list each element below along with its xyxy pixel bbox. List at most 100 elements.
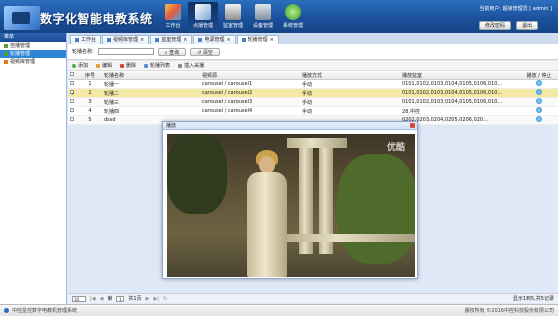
row-video: carousel / carousel4	[202, 108, 253, 114]
change-password-button[interactable]: 修改密码	[478, 21, 511, 30]
play-icon[interactable]	[536, 116, 542, 122]
column-header[interactable]: 视频源	[200, 72, 300, 79]
delete-label: 删除	[126, 63, 137, 69]
figure-dress	[247, 172, 287, 277]
row-checkbox[interactable]	[68, 81, 78, 87]
sidebar: 菜单 自播管理 轮播管理 视频库管理	[0, 33, 67, 304]
play-icon[interactable]	[536, 107, 542, 113]
list-icon	[144, 63, 149, 68]
row-mode: 手动	[302, 90, 313, 97]
pager-info: 显示1到5,共5记录	[512, 296, 554, 302]
folder-icon	[4, 60, 8, 64]
insert-button[interactable]: 插入采播	[178, 62, 204, 69]
tab-bar: 工作台 视频库管理 × 监室管理 × 电源管理 × 轮播管理 ×	[68, 33, 558, 44]
row-number: 3	[88, 99, 92, 105]
device-icon	[255, 4, 271, 20]
add-button[interactable]: 添加	[72, 62, 88, 69]
row-classes: 0101,0102,0103,0104,0105,0106,010...	[402, 99, 503, 105]
tab-workbench[interactable]: 工作台	[70, 35, 102, 44]
tab-cell[interactable]: 监室管理 ×	[150, 35, 193, 44]
table-row[interactable]: 3 轮播三 carousel / carousel3 手动 0101,0102,…	[68, 98, 558, 107]
add-label: 添加	[78, 63, 89, 69]
column-header[interactable]: 播放 / 停止	[518, 72, 558, 79]
table-header: 序号 轮播名称 视频源 播放方式 播放监室 播放 / 停止	[68, 71, 558, 80]
row-checkbox[interactable]	[68, 99, 78, 105]
delete-button[interactable]: 删除	[120, 62, 136, 69]
search-button-label: 查询	[169, 49, 180, 56]
row-number: 5	[88, 117, 92, 123]
tab-icon	[155, 38, 160, 42]
nav-system-label: 系统管理	[282, 23, 303, 29]
row-checkbox[interactable]	[68, 117, 78, 123]
first-page-icon[interactable]: |◀	[90, 296, 96, 302]
close-icon[interactable]	[410, 123, 415, 128]
play-icon[interactable]	[536, 80, 542, 86]
prev-page-icon[interactable]: ◀	[100, 296, 104, 302]
tab-power[interactable]: 电源管理 ×	[193, 35, 236, 44]
next-page-icon[interactable]: ▶	[146, 296, 150, 302]
folder-icon	[4, 52, 8, 56]
page-size-select[interactable]: 10	[72, 295, 86, 302]
sidebar-item-label: 自播管理	[10, 43, 31, 49]
tab-video-library[interactable]: 视频库管理 ×	[102, 35, 150, 44]
sidebar-item-carousel[interactable]: 轮播管理	[0, 50, 66, 58]
nav-cell-label: 监室管理	[222, 23, 243, 29]
row-name: 轮播二	[104, 90, 120, 97]
page-label: 第	[107, 296, 113, 302]
tab-carousel[interactable]: 轮播管理 ×	[236, 35, 279, 44]
refresh-icon[interactable]: ↻	[163, 296, 167, 302]
row-checkbox[interactable]: ✓	[68, 89, 78, 97]
column-header[interactable]: 轮播名称	[102, 72, 200, 79]
row-name: 轮播一	[104, 81, 120, 88]
row-mode: 手动	[302, 81, 313, 88]
nav-vod-label: 点播管理	[192, 23, 213, 29]
page-input[interactable]: 1	[116, 295, 125, 302]
video-frame[interactable]: 优酷	[167, 134, 415, 277]
select-all-checkbox[interactable]	[68, 72, 78, 78]
sidebar-item-label: 轮播管理	[10, 51, 31, 57]
column-header[interactable]: 播放监室	[400, 72, 518, 79]
foliage-right	[337, 154, 415, 264]
table-row[interactable]: ✓ 2 轮播二 carousel / carousel2 手动 0101,010…	[68, 89, 558, 98]
footer: 中控星控数字电教机管理系统 版权所有 ©2016中控科技股份有限公司	[0, 304, 558, 316]
sidebar-item-self-play[interactable]: 自播管理	[0, 42, 66, 50]
column-header[interactable]: 播放方式	[300, 72, 400, 79]
clear-button[interactable]: ↺ 清空	[190, 47, 220, 56]
table-row[interactable]: 4 轮播四 carousel / carousel4 手动 28,中控	[68, 107, 558, 116]
tab-icon	[107, 38, 112, 42]
row-play-cell	[518, 98, 558, 106]
last-page-icon[interactable]: ▶|	[153, 296, 159, 302]
row-name: 轮播三	[104, 99, 120, 106]
carousel-name-input[interactable]	[97, 48, 154, 55]
video-player-dialog: 播放 优酷	[162, 121, 418, 279]
settings-icon	[285, 4, 301, 20]
row-checkbox[interactable]	[68, 108, 78, 114]
logout-button[interactable]: 退出	[515, 21, 538, 30]
page-count: 共1页	[128, 296, 142, 302]
nav-cell[interactable]: 监室管理	[218, 2, 248, 32]
nav-device[interactable]: 设备管理	[248, 2, 278, 32]
nav-system[interactable]: 系统管理	[278, 2, 308, 32]
sidebar-item-label: 视频库管理	[10, 59, 36, 65]
row-play-cell	[518, 107, 558, 115]
foliage-left	[167, 134, 227, 214]
play-icon[interactable]	[536, 98, 542, 104]
info-icon	[4, 308, 9, 313]
row-play-cell	[518, 89, 558, 97]
table-row[interactable]: 1 轮播一 carousel / carousel1 手动 0101,0102,…	[68, 80, 558, 89]
pillar-lintel	[287, 138, 347, 148]
nav-workbench[interactable]: 工作台	[158, 2, 188, 32]
row-number: 2	[88, 90, 92, 96]
carousel-list-button[interactable]: 轮播列表	[144, 62, 170, 69]
play-icon[interactable]	[536, 89, 542, 95]
edit-button[interactable]: 编辑	[96, 62, 112, 69]
search-button[interactable]: ⌕ 查询	[157, 47, 187, 56]
row-video: carousel / carousel1	[202, 81, 253, 87]
toolbar: 添加 编辑 删除 轮播列表 插入采播	[68, 61, 558, 71]
nav-vod[interactable]: 点播管理	[188, 2, 218, 32]
column-header[interactable]: 序号	[78, 72, 102, 79]
sidebar-item-video-library[interactable]: 视频库管理	[0, 58, 66, 66]
row-number: 4	[88, 108, 92, 114]
row-mode: 手动	[302, 99, 313, 106]
tab-icon	[198, 38, 203, 42]
